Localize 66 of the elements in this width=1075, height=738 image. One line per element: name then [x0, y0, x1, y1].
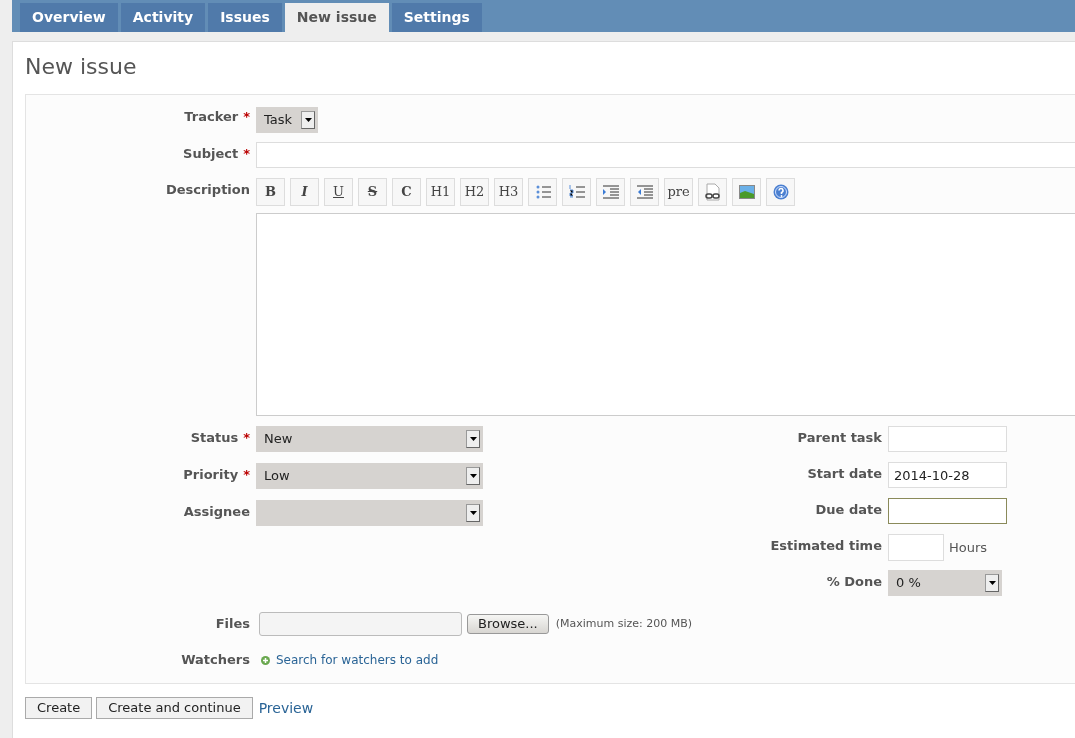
preview-link[interactable]: Preview	[258, 697, 314, 719]
field-label: Tracker	[184, 109, 239, 124]
toolbar-button[interactable]	[698, 178, 727, 206]
toolbar-button[interactable]: C	[392, 178, 421, 206]
toolbar-button[interactable]: H2	[460, 178, 489, 206]
text-field[interactable]	[888, 498, 1007, 524]
tab[interactable]: Settings	[391, 3, 482, 32]
chain-link-icon	[704, 183, 721, 201]
done-dropdown[interactable]: 0 %	[888, 570, 1002, 596]
toolbar-button[interactable]: pre	[664, 178, 693, 206]
tab[interactable]: Issues	[208, 3, 282, 32]
browse-button[interactable]: Browse...	[467, 614, 549, 634]
field-label: % Done	[826, 574, 882, 589]
toolbar-button[interactable]: U	[324, 178, 353, 206]
toolbar-button[interactable]: S	[358, 178, 387, 206]
text-field[interactable]: 2014-10-28	[888, 462, 1007, 488]
toolbar-button[interactable]: H1	[426, 178, 455, 206]
field-label: Priority	[183, 467, 239, 482]
indent-icon	[602, 185, 619, 199]
caret-icon	[466, 430, 480, 448]
caret-icon	[301, 111, 315, 129]
toolbar-button[interactable]: B	[256, 178, 285, 206]
tab[interactable]: Activity	[120, 3, 206, 32]
field-label: Assignee	[183, 504, 250, 519]
toolbar-button[interactable]	[766, 178, 795, 206]
required-asterisk: *	[243, 430, 250, 445]
required-asterisk: *	[243, 467, 250, 482]
tracker-dropdown[interactable]: Task	[256, 107, 318, 133]
required-asterisk: *	[243, 109, 250, 124]
field-label: Status	[190, 430, 239, 445]
field-label: Estimated time	[770, 538, 882, 553]
bulleted-list-icon	[534, 184, 551, 200]
hours-field[interactable]	[888, 534, 944, 561]
caret-icon	[466, 504, 480, 522]
file-field[interactable]	[259, 612, 462, 636]
submit-button[interactable]: Create and continue	[96, 697, 253, 719]
select-field[interactable]: New	[256, 426, 483, 452]
field-label: Description	[165, 182, 250, 197]
field-label: Start date	[807, 466, 882, 481]
field-label: Subject	[183, 146, 239, 161]
subject-field[interactable]	[256, 142, 1075, 168]
tab[interactable]: Overview	[20, 3, 118, 32]
caret-icon	[466, 467, 480, 485]
numbered-list-icon	[568, 184, 585, 200]
field-label: Parent task	[797, 430, 882, 445]
add-icon	[261, 655, 270, 665]
field-label: Watchers	[181, 652, 250, 667]
page-title: New issue	[25, 53, 138, 81]
size-note: (Maximum size: 200 MB)	[555, 615, 693, 632]
unit-label: Hours	[949, 538, 988, 557]
toolbar-button[interactable]	[732, 178, 761, 206]
help-icon	[772, 184, 789, 200]
select-field[interactable]	[256, 500, 483, 526]
description-field[interactable]	[256, 213, 1075, 416]
field-label: Files	[215, 616, 250, 631]
outdent-icon	[636, 185, 653, 199]
caret-icon	[985, 574, 999, 592]
field-label: Due date	[815, 502, 882, 517]
tab[interactable]: New issue	[284, 3, 389, 32]
submit-button[interactable]: Create	[25, 697, 93, 719]
required-asterisk: *	[243, 146, 250, 161]
watchers-link[interactable]: Search for watchers to add	[276, 651, 439, 669]
picture-icon	[738, 185, 755, 199]
toolbar-button[interactable]: H3	[494, 178, 523, 206]
toolbar-button[interactable]: I	[290, 178, 319, 206]
select-field[interactable]: Low	[256, 463, 483, 489]
